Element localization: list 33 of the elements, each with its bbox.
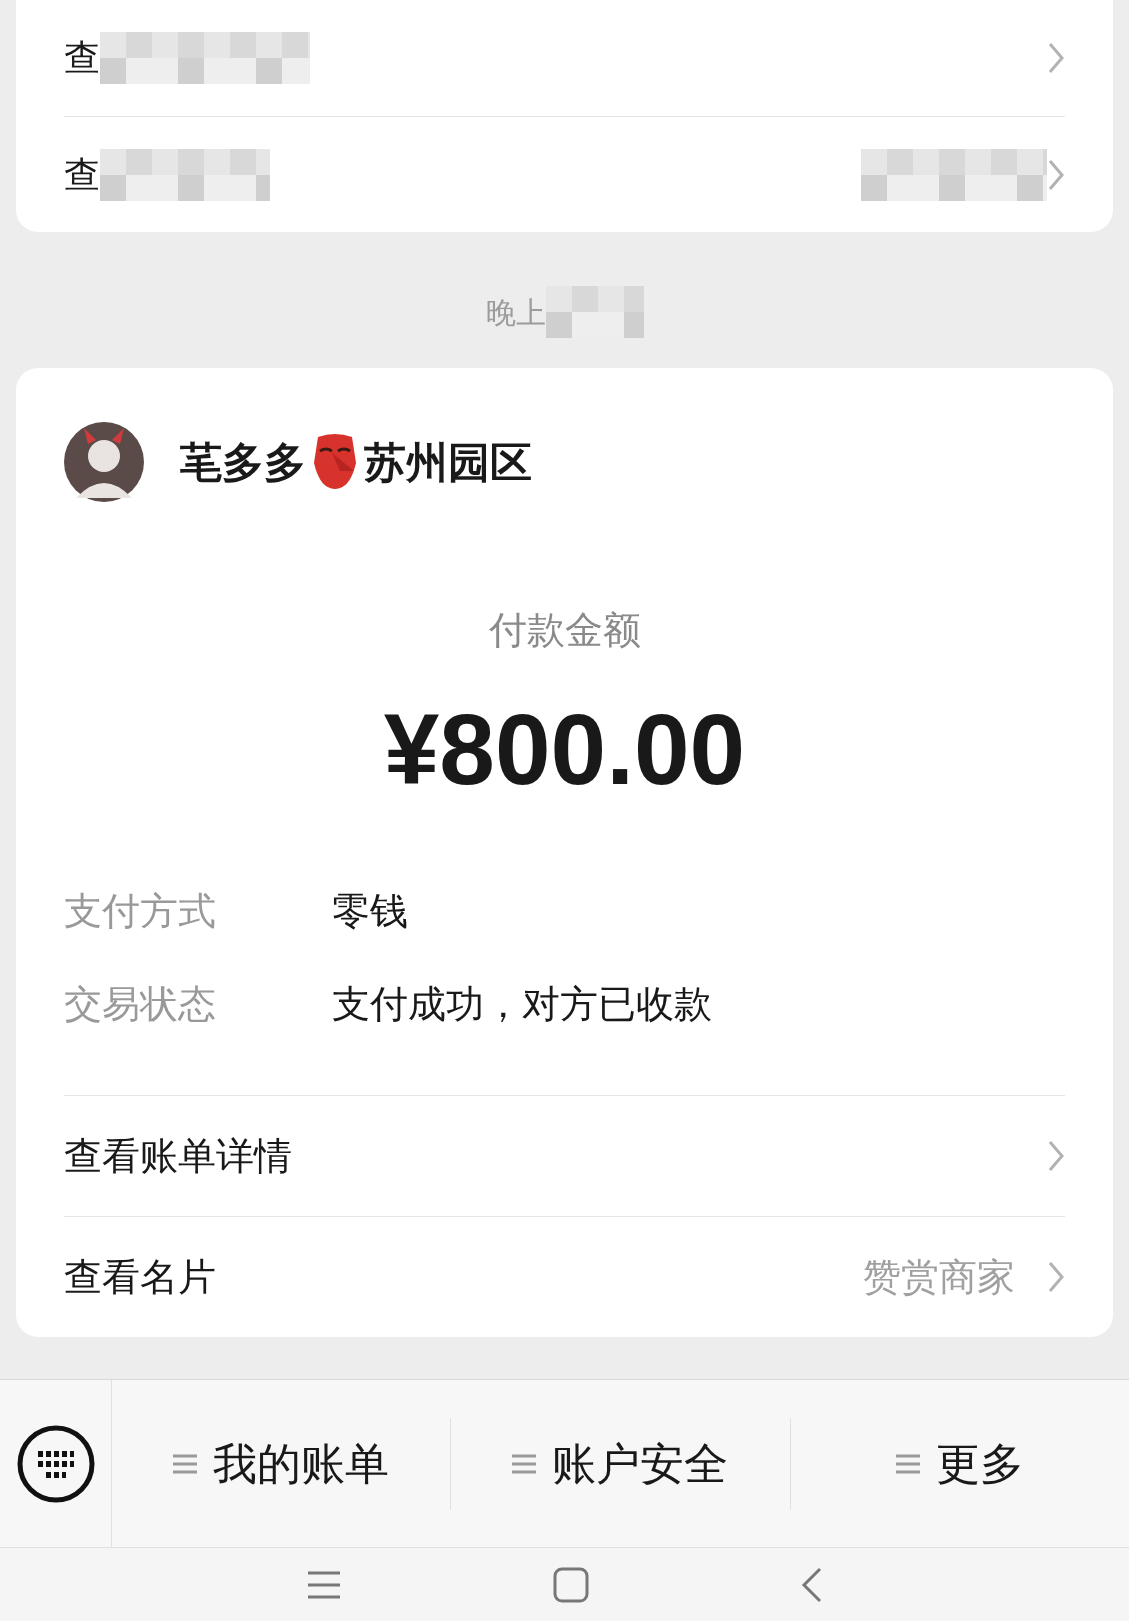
- chevron-icon: [1047, 157, 1065, 192]
- keyboard-icon: [15, 1423, 96, 1504]
- amount: ¥800.00: [383, 699, 746, 799]
- menu-icon: [173, 1452, 198, 1475]
- detail-value: 支付成功，对方已收款: [332, 981, 712, 1028]
- list-row[interactable]: 查看名片 赞赏商家: [64, 1216, 1065, 1337]
- menu-tab[interactable]: 更多: [790, 1417, 1129, 1510]
- list-row[interactable]: 查看账单详情: [64, 1095, 1065, 1216]
- row-label: 查看账单详情: [64, 1132, 292, 1180]
- menu-tab[interactable]: 我的账单: [112, 1417, 452, 1510]
- home-icon[interactable]: [553, 1566, 590, 1603]
- menu-icon: [895, 1452, 920, 1475]
- chevron-icon: [1047, 41, 1065, 75]
- row-label: 查: [64, 36, 100, 80]
- chevron-icon: [1047, 1139, 1065, 1173]
- detail-label: 交易状态: [64, 981, 217, 1028]
- time-label: 晚上: [485, 293, 546, 332]
- merchant-name: 芼多多: [180, 436, 306, 489]
- row-label: 查看名片: [64, 1253, 216, 1301]
- chevron-icon: [1047, 1260, 1065, 1294]
- menu-icon: [512, 1452, 537, 1475]
- back-icon[interactable]: [801, 1566, 824, 1603]
- menu-tab[interactable]: 账户安全: [451, 1417, 791, 1510]
- detail-label: 支付方式: [64, 888, 217, 935]
- amount-label: 付款金额: [488, 607, 641, 654]
- menu-icon[interactable]: [305, 1569, 342, 1600]
- list-row[interactable]: 查: [64, 116, 1065, 232]
- row-label: 查: [64, 152, 100, 197]
- list-row[interactable]: 查: [64, 0, 1065, 116]
- row-value: 赞赏商家: [863, 1253, 1015, 1301]
- avatar-icon: [64, 422, 144, 502]
- merchant-location: 苏州园区: [364, 436, 532, 489]
- detail-value: 零钱: [332, 888, 408, 935]
